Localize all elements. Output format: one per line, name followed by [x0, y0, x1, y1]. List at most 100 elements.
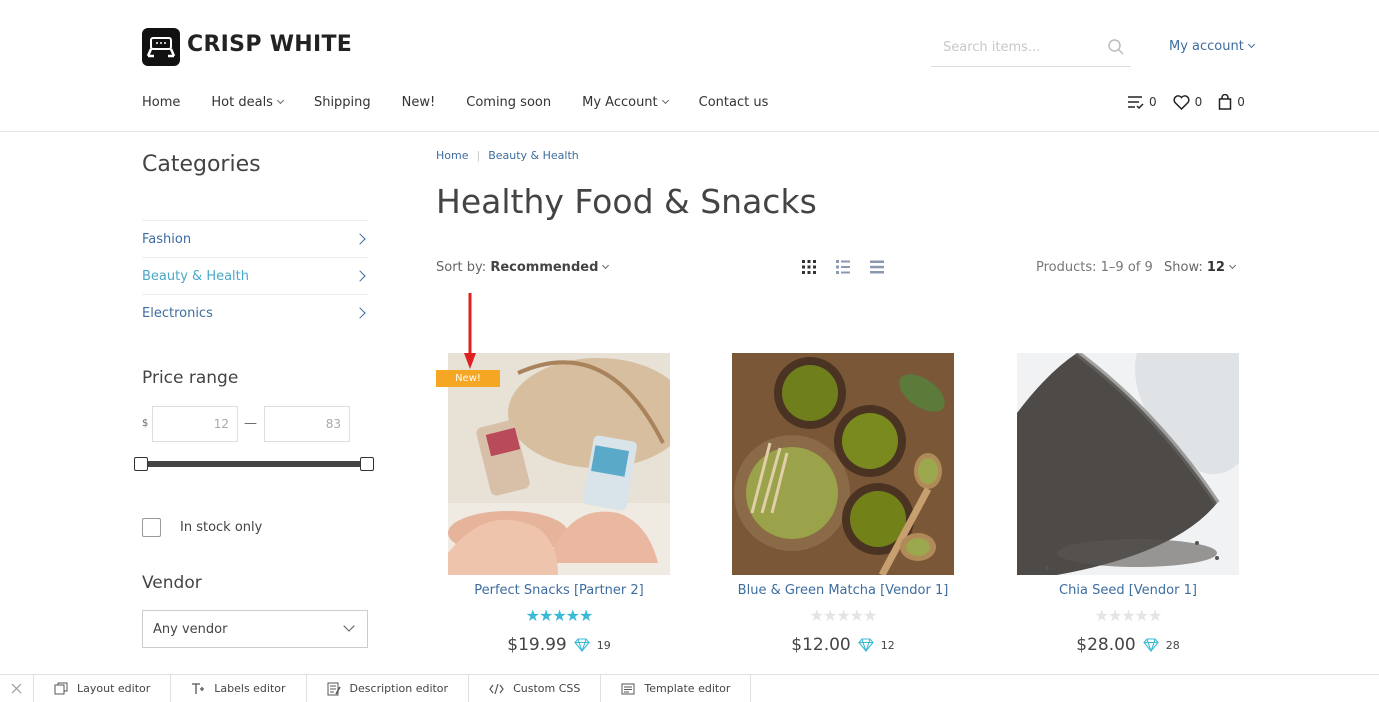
view-switcher — [801, 259, 885, 275]
description-icon — [327, 682, 341, 695]
breadcrumb-beauty-health[interactable]: Beauty & Health — [488, 149, 579, 162]
logo-text[interactable]: CRISP WHITE — [187, 32, 352, 57]
text-icon — [192, 683, 205, 694]
reward-points: 28 — [1165, 638, 1180, 652]
reward-points: 12 — [880, 638, 895, 652]
wishlist-count: 0 — [1194, 95, 1203, 109]
chevron-down-icon — [1247, 40, 1255, 49]
header-divider — [0, 131, 1379, 132]
in-stock-label[interactable]: In stock only — [180, 520, 262, 535]
category-item-fashion[interactable]: Fashion — [142, 220, 368, 257]
layout-editor-button[interactable]: Layout editor — [34, 674, 172, 702]
shopping-bag-icon — [1219, 94, 1232, 110]
main-nav: Home Hot deals Shipping New! Coming soon… — [142, 95, 799, 110]
compare-list-icon — [1128, 95, 1144, 109]
product-price-row: $28.00 28 — [1017, 635, 1239, 655]
list-view-icon[interactable] — [835, 259, 851, 275]
chevron-down-icon — [276, 96, 284, 105]
price-slider-min-handle[interactable] — [134, 457, 148, 471]
product-price: $12.00 — [791, 635, 851, 655]
nav-coming-soon[interactable]: Coming soon — [466, 95, 551, 110]
table-view-icon[interactable] — [869, 259, 885, 275]
category-item-electronics[interactable]: Electronics — [142, 294, 368, 331]
custom-css-button[interactable]: Custom CSS — [469, 674, 602, 702]
editor-toolbar: Layout editor Labels editor Description … — [0, 674, 1379, 702]
grid-view-icon[interactable] — [801, 259, 817, 275]
nav-home[interactable]: Home — [142, 95, 180, 110]
nav-contact-us[interactable]: Contact us — [699, 95, 769, 110]
chevron-down-icon — [343, 620, 355, 632]
search-input[interactable]: Search items... — [943, 40, 1040, 55]
cart-count: 0 — [1237, 95, 1245, 109]
price-max-input[interactable]: 83 — [264, 406, 350, 442]
compare-button[interactable]: 0 — [1127, 95, 1157, 110]
breadcrumb: Home | Beauty & Health — [436, 149, 579, 162]
my-account-link[interactable]: My account — [1169, 39, 1255, 54]
layout-icon — [54, 682, 68, 695]
labels-editor-button[interactable]: Labels editor — [171, 674, 307, 702]
price-slider-max-handle[interactable] — [360, 457, 374, 471]
breadcrumb-separator: | — [476, 149, 481, 162]
chevron-right-icon — [354, 233, 366, 245]
chevron-right-icon — [354, 307, 366, 319]
product-price-row: $12.00 12 — [732, 635, 954, 655]
vendor-select[interactable]: Any vendor — [142, 610, 368, 648]
product-name[interactable]: Blue & Green Matcha [Vendor 1] — [732, 583, 954, 598]
reward-points: 19 — [596, 638, 611, 652]
header-icons: 0 0 0 — [1127, 94, 1245, 110]
product-card: Perfect Snacks [Partner 2] ★★★★★ $19.99 … — [448, 353, 670, 655]
show-per-page-dropdown[interactable]: Show: 12 — [1164, 260, 1237, 275]
price-range-title: Price range — [142, 368, 239, 388]
cart-button[interactable]: 0 — [1218, 94, 1245, 110]
product-image[interactable] — [732, 353, 954, 575]
product-name[interactable]: Perfect Snacks [Partner 2] — [448, 583, 670, 598]
in-stock-checkbox[interactable] — [142, 518, 161, 537]
wishlist-button[interactable]: 0 — [1173, 94, 1203, 110]
product-rating: ★★★★★ — [1017, 608, 1239, 624]
price-separator: — — [244, 416, 257, 431]
price-slider-track[interactable] — [141, 461, 367, 467]
product-price: $19.99 — [507, 635, 567, 655]
page-title: Healthy Food & Snacks — [436, 182, 817, 221]
chevron-right-icon — [354, 270, 366, 282]
product-rating: ★★★★★ — [448, 608, 670, 624]
product-name[interactable]: Chia Seed [Vendor 1] — [1017, 583, 1239, 598]
price-min-input[interactable]: 12 — [152, 406, 238, 442]
product-card: Chia Seed [Vendor 1] ★★★★★ $28.00 28 — [1017, 353, 1239, 655]
template-editor-button[interactable]: Template editor — [601, 674, 752, 702]
search-bar[interactable]: Search items... — [931, 33, 1131, 67]
nav-my-account[interactable]: My Account — [582, 95, 669, 110]
nav-shipping[interactable]: Shipping — [314, 95, 371, 110]
diamond-icon — [1143, 638, 1159, 652]
chevron-down-icon — [602, 261, 610, 270]
template-icon — [621, 683, 635, 694]
sort-dropdown[interactable]: Sort by: Recommended — [436, 260, 610, 275]
description-editor-button[interactable]: Description editor — [307, 674, 470, 702]
diamond-icon — [574, 638, 590, 652]
star-icon: ★★★★★ — [525, 606, 594, 625]
product-count: Products: 1–9 of 9 — [1036, 260, 1153, 275]
star-icon: ★★★★★ — [1094, 606, 1163, 625]
code-icon — [489, 683, 504, 694]
heart-icon — [1173, 94, 1190, 110]
logo-icon[interactable] — [142, 28, 180, 66]
compare-count: 0 — [1149, 95, 1157, 109]
product-price: $28.00 — [1076, 635, 1136, 655]
nav-new[interactable]: New! — [402, 95, 436, 110]
close-toolbar-button[interactable] — [0, 674, 34, 702]
vendor-title: Vendor — [142, 573, 202, 593]
diamond-icon — [858, 638, 874, 652]
annotation-arrow-icon — [462, 293, 478, 375]
category-item-beauty-health[interactable]: Beauty & Health — [142, 257, 368, 294]
product-card: Blue & Green Matcha [Vendor 1] ★★★★★ $12… — [732, 353, 954, 655]
product-image[interactable] — [1017, 353, 1239, 575]
currency-symbol: $ — [142, 418, 149, 429]
close-icon — [11, 683, 22, 694]
chevron-down-icon — [661, 96, 669, 105]
breadcrumb-home[interactable]: Home — [436, 149, 468, 162]
nav-hot-deals[interactable]: Hot deals — [211, 95, 284, 110]
product-rating: ★★★★★ — [732, 608, 954, 624]
star-icon: ★★★★★ — [809, 606, 878, 625]
product-price-row: $19.99 19 — [448, 635, 670, 655]
search-icon[interactable] — [1107, 38, 1125, 60]
